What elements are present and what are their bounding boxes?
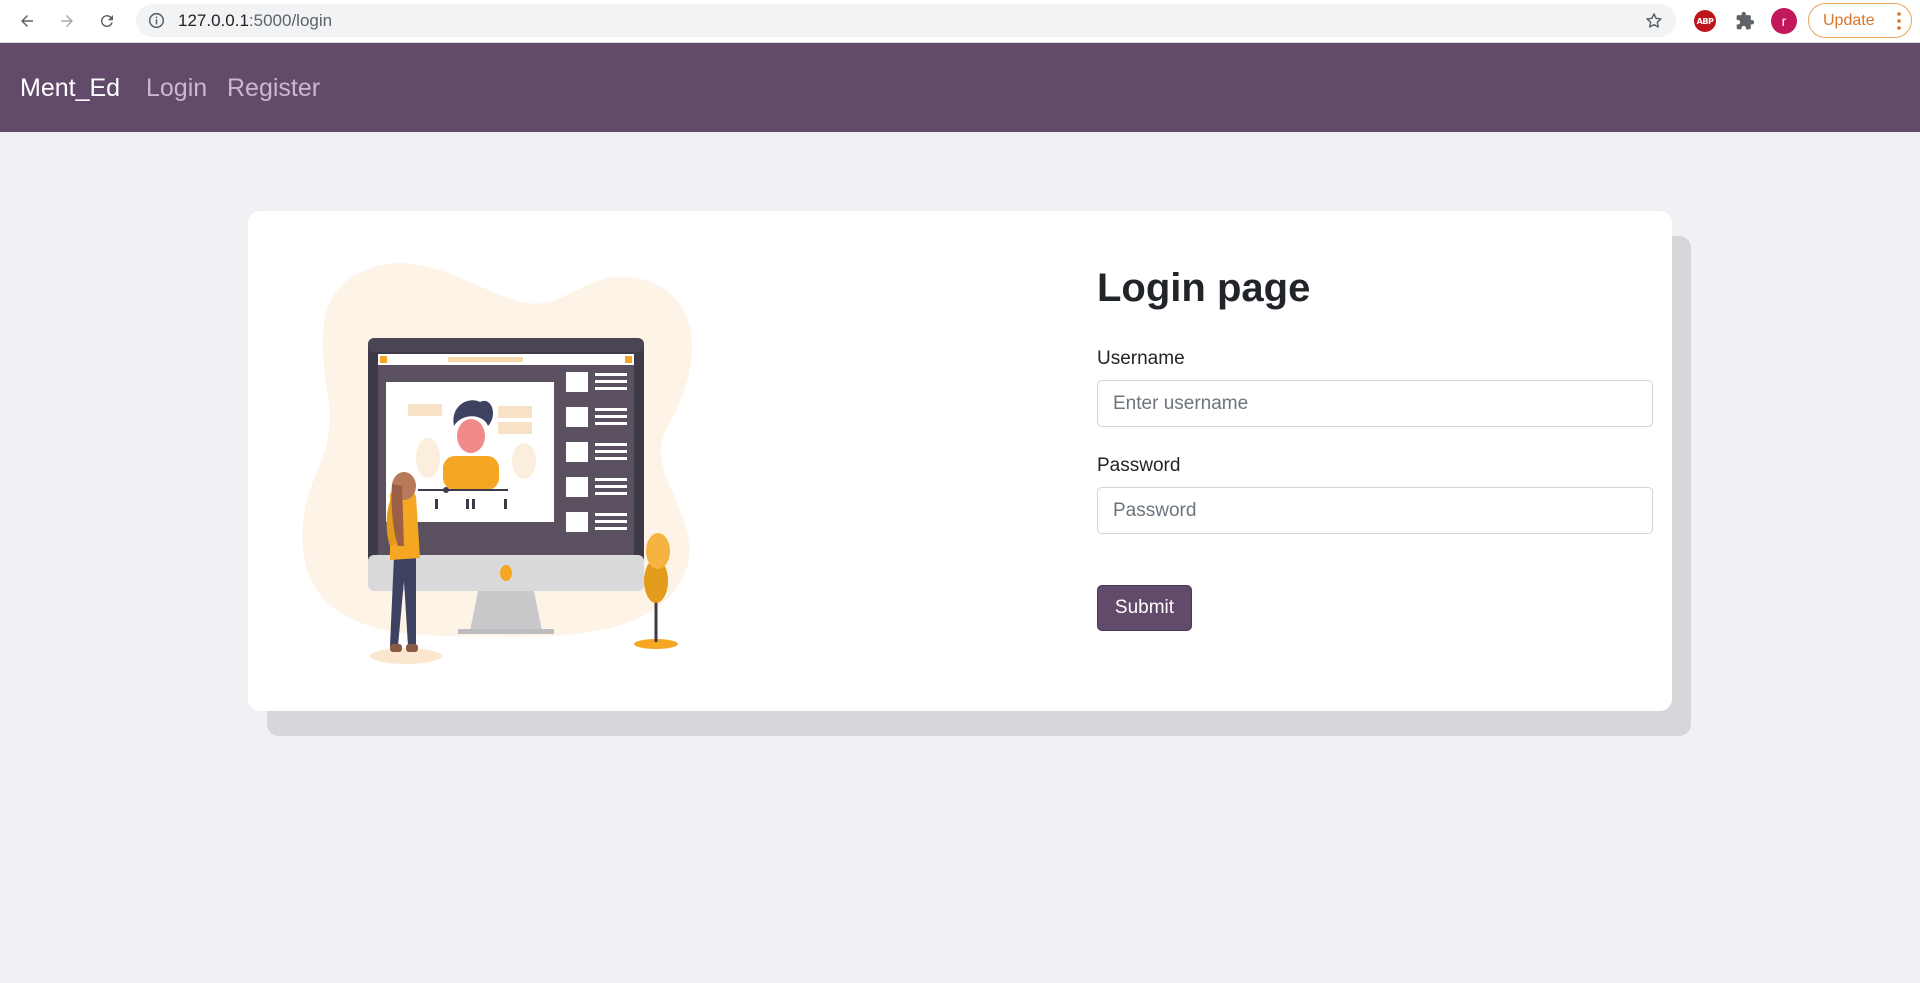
update-label: Update bbox=[1823, 11, 1875, 29]
url-host: 127.0.0.1 bbox=[178, 11, 249, 30]
username-input[interactable] bbox=[1097, 380, 1653, 427]
username-label: Username bbox=[1097, 348, 1185, 369]
reload-icon bbox=[100, 15, 113, 28]
forward-button[interactable] bbox=[52, 6, 82, 36]
address-bar[interactable]: 127.0.0.1:5000/login bbox=[136, 4, 1676, 37]
password-input[interactable] bbox=[1097, 487, 1653, 534]
profile-button[interactable]: r bbox=[1770, 7, 1798, 35]
online-learning-illustration bbox=[302, 262, 692, 664]
nav-link-login[interactable]: Login bbox=[146, 73, 207, 103]
submit-button[interactable]: Submit bbox=[1097, 585, 1192, 631]
brand-logo[interactable]: Ment_Ed bbox=[20, 73, 120, 103]
more-vert-icon bbox=[1897, 12, 1901, 30]
password-label: Password bbox=[1097, 455, 1181, 476]
puzzle-icon bbox=[1736, 11, 1755, 30]
adblock-icon: ABP bbox=[1694, 10, 1716, 32]
update-button[interactable]: Update bbox=[1808, 3, 1912, 38]
arrow-right-icon bbox=[61, 15, 73, 27]
info-icon[interactable] bbox=[148, 12, 165, 29]
avatar: r bbox=[1771, 8, 1797, 34]
adblock-extension-button[interactable]: ABP bbox=[1691, 7, 1719, 35]
arrow-left-icon bbox=[21, 15, 33, 27]
login-card: Login page Username Password Submit bbox=[248, 211, 1672, 711]
site-navbar: Ment_Ed Login Register bbox=[0, 43, 1920, 132]
back-button[interactable] bbox=[12, 6, 42, 36]
url-text: 127.0.0.1:5000/login bbox=[178, 12, 332, 29]
extensions-button[interactable] bbox=[1731, 7, 1759, 35]
bookmark-star-icon[interactable] bbox=[1644, 11, 1664, 31]
nav-link-register[interactable]: Register bbox=[227, 73, 320, 103]
browser-toolbar: 127.0.0.1:5000/login ABP r Update bbox=[0, 0, 1920, 43]
reload-button[interactable] bbox=[92, 6, 122, 36]
page-title: Login page bbox=[1097, 266, 1311, 310]
login-form: Login page Username Password Submit bbox=[1097, 266, 1653, 631]
url-path: :5000/login bbox=[248, 11, 333, 30]
